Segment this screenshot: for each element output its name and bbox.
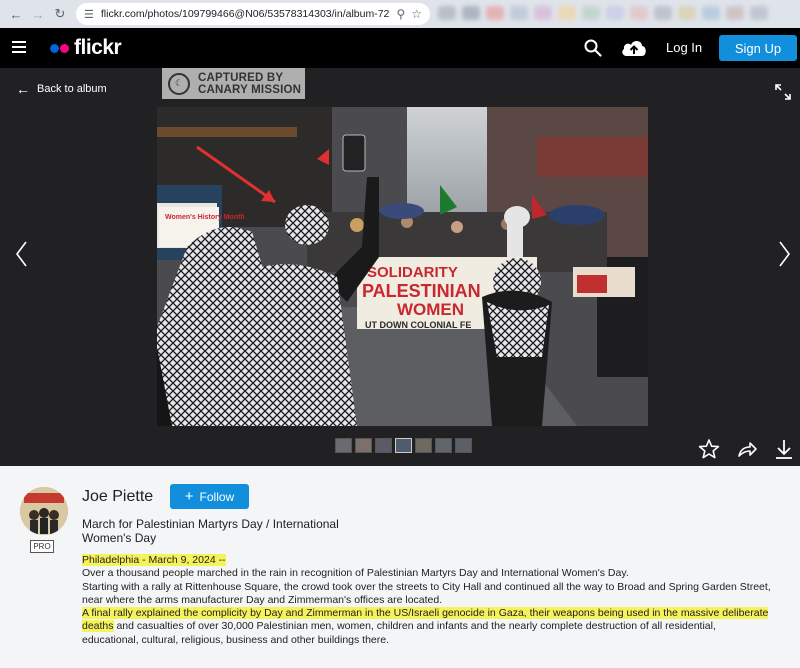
- photo-info-panel: PRO Joe Piette + Follow March for Palest…: [0, 466, 800, 668]
- pro-badge: PRO: [30, 540, 54, 553]
- protest-photo-image: SOLIDARITY PALESTINIAN WOMEN UT DOWN COL…: [157, 107, 648, 426]
- thumbnail[interactable]: [335, 438, 352, 453]
- avatar-image: [20, 487, 68, 535]
- previous-photo-icon[interactable]: [14, 240, 28, 268]
- main-photo[interactable]: SOLIDARITY PALESTINIAN WOMEN UT DOWN COL…: [157, 107, 648, 426]
- extension-bar: [438, 6, 798, 22]
- photo-title: March for Palestinian Martyrs Day / Inte…: [82, 517, 339, 545]
- watermark-logo-icon: ☾: [168, 72, 190, 95]
- site-info-icon[interactable]: ☰: [84, 8, 94, 21]
- watermark-line-1: CAPTURED BY: [198, 71, 284, 84]
- photo-thumbnail-strip: [335, 438, 472, 453]
- banner-text-3: WOMEN: [397, 300, 464, 319]
- watermark-line-2: CANARY MISSION: [198, 83, 302, 96]
- author-avatar[interactable]: [20, 487, 68, 535]
- canary-mission-watermark: ☾ CAPTURED BY CANARY MISSION: [162, 68, 305, 99]
- signup-button[interactable]: Sign Up: [719, 35, 797, 61]
- login-link[interactable]: Log In: [666, 40, 702, 55]
- bookmark-star-icon[interactable]: ☆: [411, 7, 422, 21]
- banner-text-2: PALESTINIAN: [362, 281, 481, 301]
- menu-icon[interactable]: [12, 41, 26, 53]
- site-header: flickr Log In Sign Up: [0, 28, 800, 68]
- forward-arrow-icon[interactable]: →: [28, 4, 48, 24]
- search-icon[interactable]: [584, 39, 602, 57]
- back-arrow-icon[interactable]: ←: [6, 4, 26, 24]
- description-paragraph-2: Starting with a rally at Rittenhouse Squ…: [82, 580, 771, 606]
- description-dateline: Philadelphia - March 9, 2024 --: [82, 554, 226, 566]
- left-sign-text: Women's History Month: [165, 214, 245, 221]
- thumbnail[interactable]: [455, 438, 472, 453]
- plus-icon: +: [184, 488, 194, 505]
- reload-icon[interactable]: ↻: [50, 4, 70, 24]
- fullscreen-expand-icon[interactable]: [774, 83, 792, 101]
- photo-description: Philadelphia - March 9, 2024 -- Over a t…: [82, 554, 772, 647]
- author-name[interactable]: Joe Piette: [82, 488, 153, 506]
- thumbnail[interactable]: [355, 438, 372, 453]
- browser-toolbar: ← → ↻ ☰ flickr.com/photos/109799466@N06/…: [0, 0, 800, 28]
- next-photo-icon[interactable]: [778, 240, 792, 268]
- thumbnail[interactable]: [435, 438, 452, 453]
- upload-cloud-icon[interactable]: [620, 37, 648, 57]
- share-arrow-icon[interactable]: [736, 438, 758, 460]
- follow-label: Follow: [199, 489, 235, 504]
- follow-button[interactable]: + Follow: [170, 484, 249, 509]
- zoom-icon[interactable]: ⚲: [396, 7, 405, 21]
- logo-wordmark: flickr: [74, 36, 122, 59]
- address-bar[interactable]: ☰ flickr.com/photos/109799466@N06/535783…: [76, 3, 430, 25]
- thumbnail[interactable]: [415, 438, 432, 453]
- download-icon[interactable]: [774, 438, 794, 460]
- thumbnail[interactable]: [375, 438, 392, 453]
- banner-text-1: SOLIDARITY: [367, 264, 458, 281]
- thumbnail[interactable]: [395, 438, 412, 453]
- back-to-album-link[interactable]: ← Back to album: [16, 81, 107, 97]
- description-paragraph-3: A final rally explained the complicity b…: [82, 607, 772, 647]
- banner-text-4: UT DOWN COLONIAL FE: [365, 320, 471, 330]
- description-paragraph-1: Over a thousand people marched in the ra…: [82, 567, 629, 580]
- favorite-star-icon[interactable]: [698, 438, 720, 460]
- flickr-logo[interactable]: flickr: [50, 36, 122, 60]
- description-rest: and casualties of over 30,000 Palestinia…: [82, 620, 716, 646]
- left-arrow-icon: ←: [16, 81, 30, 97]
- logo-blue-dot: [50, 43, 59, 53]
- url-text: flickr.com/photos/109799466@N06/53578314…: [100, 8, 391, 20]
- back-to-album-label: Back to album: [37, 83, 107, 95]
- logo-pink-dot: [60, 43, 69, 53]
- photo-stage: ← Back to album ☾ CAPTURED BY CANARY MIS…: [0, 68, 800, 466]
